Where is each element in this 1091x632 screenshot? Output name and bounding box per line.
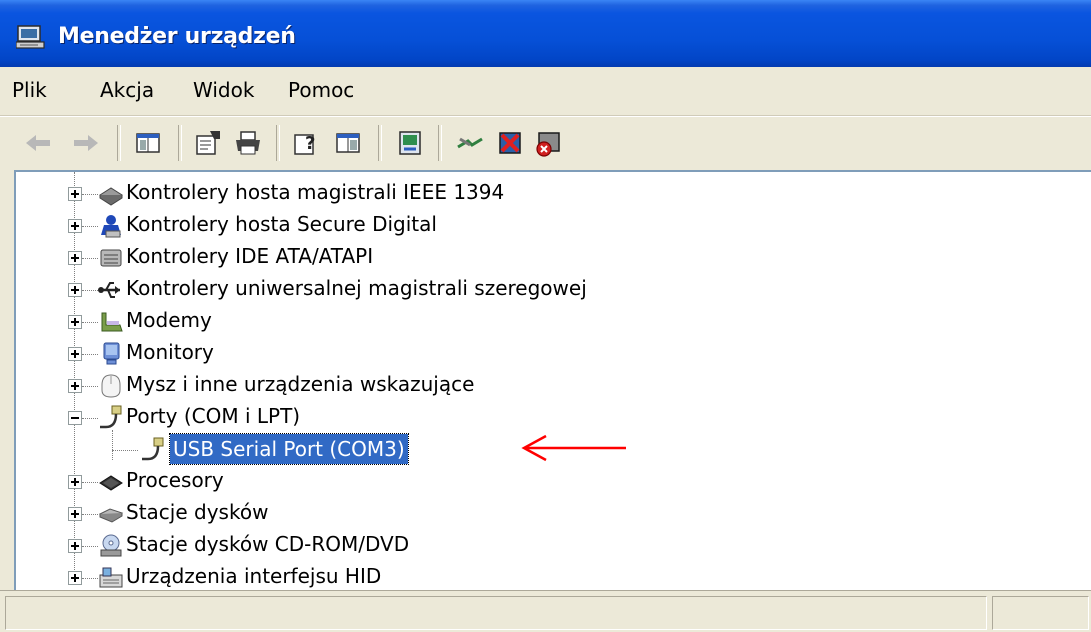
expand-toggle[interactable] — [68, 475, 82, 489]
tree-item-label: Monitory — [126, 340, 214, 364]
status-panel — [992, 596, 1089, 630]
ieee1394-icon — [99, 187, 123, 206]
forward-icon[interactable] — [70, 127, 102, 159]
tree-line — [82, 514, 98, 515]
collapse-toggle[interactable] — [68, 411, 82, 425]
tree-line — [82, 482, 98, 483]
back-icon[interactable] — [22, 127, 54, 159]
selected-device-label: USB Serial Port (COM3) — [169, 433, 409, 465]
tree-item-label: Kontrolery hosta magistrali IEEE 1394 — [126, 180, 505, 204]
tree-item-monitors[interactable]: Monitory — [16, 338, 1091, 370]
tree-item-label: Procesory — [126, 468, 224, 492]
monitor-icon — [103, 342, 120, 365]
annotation-arrow-icon — [521, 434, 626, 462]
tree-item-hid[interactable]: Urządzenia interfejsu HID — [16, 562, 1091, 592]
toolbar-separator — [178, 125, 182, 161]
device-manager-window: Menedżer urządzeń Plik Akcja Widok Pomoc — [0, 0, 1091, 632]
tree-item-ide[interactable]: Kontrolery IDE ATA/ATAPI — [16, 242, 1091, 274]
expand-toggle[interactable] — [68, 187, 82, 201]
menu-plik[interactable]: Plik — [12, 78, 47, 102]
tree-item-secure-digital[interactable]: Kontrolery hosta Secure Digital — [16, 210, 1091, 242]
expand-toggle[interactable] — [68, 571, 82, 585]
uninstall-device-icon[interactable] — [532, 127, 564, 159]
show-hide-tree-icon[interactable] — [132, 127, 164, 159]
menu-akcja[interactable]: Akcja — [100, 78, 154, 102]
tree-item-ports[interactable]: Porty (COM i LPT) — [16, 402, 1091, 434]
tree-line — [82, 354, 98, 355]
ide-controller-icon — [100, 249, 122, 267]
expand-toggle[interactable] — [68, 347, 82, 361]
menu-bar: Plik Akcja Widok Pomoc — [0, 67, 1091, 116]
tree-line — [82, 322, 98, 323]
tree-line — [82, 386, 98, 387]
print-icon[interactable] — [232, 127, 264, 159]
toolbar-separator — [276, 125, 280, 161]
port-icon — [100, 405, 122, 429]
tree-line — [112, 450, 138, 451]
port-icon — [142, 437, 164, 461]
title-bar[interactable]: Menedżer urządzeń — [0, 0, 1091, 67]
tree-item-label: Porty (COM i LPT) — [126, 404, 301, 428]
window-title: Menedżer urządzeń — [58, 24, 296, 49]
toolbar-separator — [117, 125, 121, 161]
computer-icon — [16, 25, 45, 49]
tree-item-mouse[interactable]: Mysz i inne urządzenia wskazujące — [16, 370, 1091, 402]
expand-toggle[interactable] — [68, 379, 82, 393]
sd-host-icon — [101, 215, 121, 238]
tree-line — [82, 546, 98, 547]
tree-item-label: Urządzenia interfejsu HID — [126, 564, 382, 588]
scan-hardware-icon[interactable] — [394, 127, 426, 159]
expand-toggle[interactable] — [68, 251, 82, 265]
expand-toggle[interactable] — [68, 219, 82, 233]
hid-icon — [99, 567, 123, 588]
processor-icon — [99, 475, 123, 491]
properties-icon[interactable] — [192, 127, 224, 159]
tree-line — [82, 194, 98, 195]
toolbar: ? — [0, 116, 1091, 171]
console-tree-icon[interactable] — [332, 127, 364, 159]
expand-toggle[interactable] — [68, 283, 82, 297]
tree-line — [82, 418, 98, 419]
tree-item-label: Mysz i inne urządzenia wskazujące — [126, 372, 475, 396]
menu-widok[interactable]: Widok — [193, 78, 254, 102]
status-bar — [0, 590, 1091, 632]
tree-item-label: Stacje dysków CD-ROM/DVD — [126, 532, 410, 556]
tree-item-usb-controllers[interactable]: Kontrolery uniwersalnej magistrali szere… — [16, 274, 1091, 306]
menu-pomoc[interactable]: Pomoc — [288, 78, 354, 102]
tree-line — [82, 226, 98, 227]
disable-device-icon[interactable] — [494, 127, 526, 159]
cdrom-icon — [100, 534, 122, 557]
expand-toggle[interactable] — [68, 507, 82, 521]
status-panel — [5, 596, 987, 630]
tree-item-label: Kontrolery IDE ATA/ATAPI — [126, 244, 374, 268]
tree-item-label: Modemy — [126, 308, 212, 332]
tree-item-label: Stacje dysków — [126, 500, 269, 524]
tree-item-modems[interactable]: Modemy — [16, 306, 1091, 338]
device-tree[interactable]: Kontrolery hosta magistrali IEEE 1394 Ko… — [14, 170, 1091, 592]
expand-toggle[interactable] — [68, 539, 82, 553]
help-icon[interactable]: ? — [290, 127, 322, 159]
update-driver-icon[interactable] — [454, 127, 486, 159]
tree-item-cdrom[interactable]: Stacje dysków CD-ROM/DVD — [16, 530, 1091, 562]
modem-icon — [101, 312, 123, 332]
svg-text:?: ? — [305, 133, 315, 154]
tree-line — [82, 258, 98, 259]
expand-toggle[interactable] — [68, 315, 82, 329]
tree-line — [82, 578, 98, 579]
mouse-icon — [101, 374, 121, 398]
tree-item-disk-drives[interactable]: Stacje dysków — [16, 498, 1091, 530]
toolbar-separator — [378, 125, 382, 161]
tree-line — [82, 290, 98, 291]
disk-drive-icon — [98, 508, 124, 523]
toolbar-separator — [438, 125, 442, 161]
usb-icon — [98, 282, 120, 298]
tree-item-processors[interactable]: Procesory — [16, 466, 1091, 498]
tree-item-label: Kontrolery uniwersalnej magistrali szere… — [126, 276, 587, 300]
tree-item-label: Kontrolery hosta Secure Digital — [126, 212, 437, 236]
tree-item-ieee1394[interactable]: Kontrolery hosta magistrali IEEE 1394 — [16, 178, 1091, 210]
